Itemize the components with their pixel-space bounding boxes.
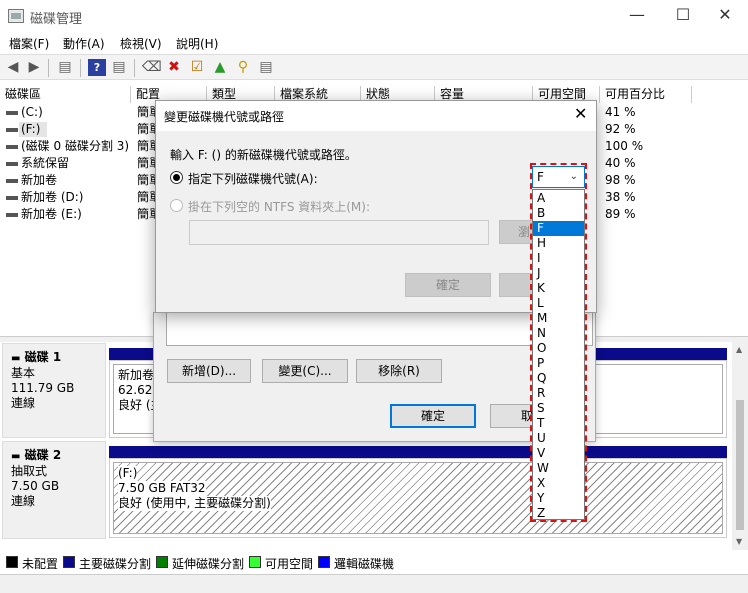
col-percent-free[interactable]: 可用百分比 xyxy=(600,86,692,103)
add-button[interactable]: 新增(D)... xyxy=(167,359,251,383)
volume-name: (F:) xyxy=(21,122,41,136)
props-ok-button[interactable]: 確定 xyxy=(390,404,476,428)
remove-button[interactable]: 移除(R) xyxy=(356,359,442,383)
dialog-cancel-button[interactable] xyxy=(499,273,533,297)
volume-percent: 40 % xyxy=(605,156,636,170)
mount-folder-radio[interactable] xyxy=(170,199,183,212)
assign-letter-label[interactable]: 指定下列磁碟機代號(A): xyxy=(188,170,318,187)
dialog-title-bar: 變更磁碟機代號或路徑 ✕ xyxy=(156,101,596,131)
disk-type: 基本 xyxy=(11,366,36,380)
drive-icon xyxy=(6,196,18,200)
highlight-frame xyxy=(530,163,587,522)
scroll-up-icon[interactable]: ▲ xyxy=(736,345,742,354)
toolbar: ◀ ▶ ▤ ? ▤ ⌫ ✖ ☑ ▲ ⚲ ▤ xyxy=(0,54,748,80)
disk-size: 7.50 GB xyxy=(11,479,60,493)
disk-view-scrollbar[interactable]: ▲ ▼ xyxy=(732,342,748,550)
minimize-button[interactable]: — xyxy=(614,0,660,32)
maximize-button[interactable]: ☐ xyxy=(660,0,706,32)
folder-path-input[interactable] xyxy=(189,220,489,245)
change-button[interactable]: 變更(C)... xyxy=(262,359,348,383)
scroll-down-icon[interactable]: ▼ xyxy=(736,537,742,546)
legend-swatch xyxy=(318,556,330,568)
col-volume[interactable]: 磁碟區 xyxy=(0,86,131,103)
drive-icon xyxy=(6,162,18,166)
browse-button[interactable]: 瀏 xyxy=(499,220,533,244)
volume-name: (C:) xyxy=(21,105,43,119)
volume-name: 新加卷 (E:) xyxy=(21,207,82,221)
paths-list[interactable] xyxy=(166,313,593,346)
partition-status: 良好 (使用中, 主要磁碟分割) xyxy=(118,496,271,511)
legend-swatch xyxy=(249,556,261,568)
delete-icon[interactable]: ✖ xyxy=(165,59,183,76)
volume-percent: 41 % xyxy=(605,105,636,119)
volume-name: 新加卷 xyxy=(21,173,58,187)
dialog-prompt: 輸入 F: () 的新磁碟機代號或路徑。 xyxy=(170,148,357,162)
close-button[interactable]: ✕ xyxy=(702,0,748,32)
dialog-ok-button[interactable]: 確定 xyxy=(405,273,491,297)
window-title: 磁碟管理 xyxy=(30,12,83,27)
menu-action[interactable]: 動作(A) xyxy=(63,35,105,52)
disk-management-icon xyxy=(8,9,24,23)
legend: 未配置 主要磁碟分割 延伸磁碟分割 可用空間 邏輯磁碟機 xyxy=(0,552,748,572)
checklist-icon[interactable]: ☑ xyxy=(188,59,206,76)
mount-folder-label[interactable]: 掛在下列空的 NTFS 資料夾上(M): xyxy=(188,198,370,215)
legend-swatch xyxy=(6,556,18,568)
legend-label: 延伸磁碟分割 xyxy=(172,557,245,571)
drive-icon xyxy=(6,213,18,217)
drive-icon xyxy=(6,111,18,115)
forward-arrow-icon[interactable]: ▶ xyxy=(25,59,43,76)
volume-percent: 100 % xyxy=(605,139,644,153)
menu-view[interactable]: 檢視(V) xyxy=(120,35,162,52)
disk-title: 磁碟 2 xyxy=(24,448,62,462)
console-tree-icon[interactable]: ▤ xyxy=(56,59,74,76)
menu-file[interactable]: 檔案(F) xyxy=(9,35,49,52)
volume-percent: 89 % xyxy=(605,207,636,221)
legend-label: 未配置 xyxy=(22,557,59,571)
search-folder-icon[interactable]: ⚲ xyxy=(234,59,252,76)
back-arrow-icon[interactable]: ◀ xyxy=(4,59,22,76)
legend-label: 主要磁碟分割 xyxy=(79,557,152,571)
list-view-icon[interactable]: ▤ xyxy=(257,59,275,76)
connect-icon[interactable]: ⌫ xyxy=(142,59,162,76)
title-bar: 磁碟管理 — ☐ ✕ xyxy=(0,0,748,32)
volume-name: (磁碟 0 磁碟分割 3) xyxy=(21,139,130,153)
properties-pane-icon[interactable]: ▤ xyxy=(110,59,128,76)
volume-name: 系統保留 xyxy=(21,156,70,170)
legend-label: 可用空間 xyxy=(265,557,314,571)
volume-percent: 92 % xyxy=(605,122,636,136)
dialog-title: 變更磁碟機代號或路徑 xyxy=(164,110,285,124)
assign-letter-radio[interactable] xyxy=(170,171,183,184)
volume-percent: 38 % xyxy=(605,190,636,204)
volume-percent: 98 % xyxy=(605,173,636,187)
disk-title: 磁碟 1 xyxy=(24,350,62,364)
disk-status: 連線 xyxy=(11,494,36,508)
legend-swatch xyxy=(63,556,75,568)
partition-size: 7.50 GB FAT32 xyxy=(118,481,206,496)
dialog-close-icon[interactable]: ✕ xyxy=(574,104,587,123)
legend-label: 邏輯磁碟機 xyxy=(334,557,395,571)
disk-1-label[interactable]: ▬ 磁碟 1 基本 111.79 GB 連線 xyxy=(2,343,106,438)
partition-name: (F:) xyxy=(118,466,138,481)
help-icon[interactable]: ? xyxy=(88,59,106,76)
disk-2-label[interactable]: ▬ 磁碟 2 抽取式 7.50 GB 連線 xyxy=(2,441,106,539)
drive-icon xyxy=(6,179,18,183)
scrollbar-thumb[interactable] xyxy=(736,400,744,530)
drive-icon xyxy=(6,145,18,149)
menu-bar: 檔案(F) 動作(A) 檢視(V) 說明(H) xyxy=(0,32,748,54)
disk-size: 111.79 GB xyxy=(11,381,75,395)
menu-help[interactable]: 說明(H) xyxy=(176,35,218,52)
legend-swatch xyxy=(156,556,168,568)
volume-name: 新加卷 (D:) xyxy=(21,190,84,204)
drive-icon xyxy=(6,128,18,132)
partition-block-selected[interactable]: (F:) 7.50 GB FAT32 良好 (使用中, 主要磁碟分割) xyxy=(109,458,727,538)
disk-status: 連線 xyxy=(11,396,36,410)
status-bar xyxy=(0,574,748,593)
disk-type: 抽取式 xyxy=(11,464,48,478)
up-folder-icon[interactable]: ▲ xyxy=(211,59,229,76)
primary-partition-bar xyxy=(109,446,727,458)
